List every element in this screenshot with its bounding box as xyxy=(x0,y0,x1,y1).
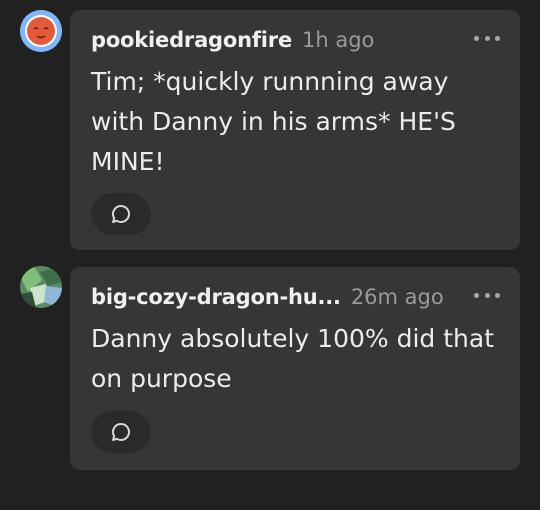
avatar[interactable] xyxy=(20,10,62,52)
speech-bubble-icon xyxy=(112,423,130,441)
speech-bubble-icon xyxy=(112,205,130,223)
green-art-avatar-icon xyxy=(20,266,62,308)
comment-text: Danny absolutely 100% did that on purpos… xyxy=(91,324,494,393)
avatar[interactable] xyxy=(20,266,62,308)
comment-meta: big-cozy-dragon-hu... 26m ago xyxy=(91,285,444,309)
ellipsis-icon xyxy=(495,292,500,298)
reply-button[interactable] xyxy=(91,193,151,235)
reply-button[interactable] xyxy=(91,411,151,453)
ellipsis-icon xyxy=(484,35,490,41)
ellipsis-icon xyxy=(495,35,500,41)
comment-text: Tim; *quickly runnning away with Danny i… xyxy=(91,67,456,176)
timestamp: 1h ago xyxy=(302,28,375,52)
comment-bubble: big-cozy-dragon-hu... 26m ago Danny abso… xyxy=(70,267,520,470)
ellipsis-icon xyxy=(474,35,479,41)
more-options-button[interactable] xyxy=(474,30,500,46)
username[interactable]: big-cozy-dragon-hu... xyxy=(91,285,341,309)
more-options-button[interactable] xyxy=(474,287,500,303)
username[interactable]: pookiedragonfire xyxy=(91,28,292,52)
red-face-avatar-icon xyxy=(20,10,62,52)
comment-bubble: pookiedragonfire 1h ago Tim; *quickly ru… xyxy=(70,10,520,250)
ellipsis-icon xyxy=(484,292,490,298)
ellipsis-icon xyxy=(474,292,479,298)
timestamp: 26m ago xyxy=(350,285,444,309)
comment-meta: pookiedragonfire 1h ago xyxy=(91,28,374,52)
